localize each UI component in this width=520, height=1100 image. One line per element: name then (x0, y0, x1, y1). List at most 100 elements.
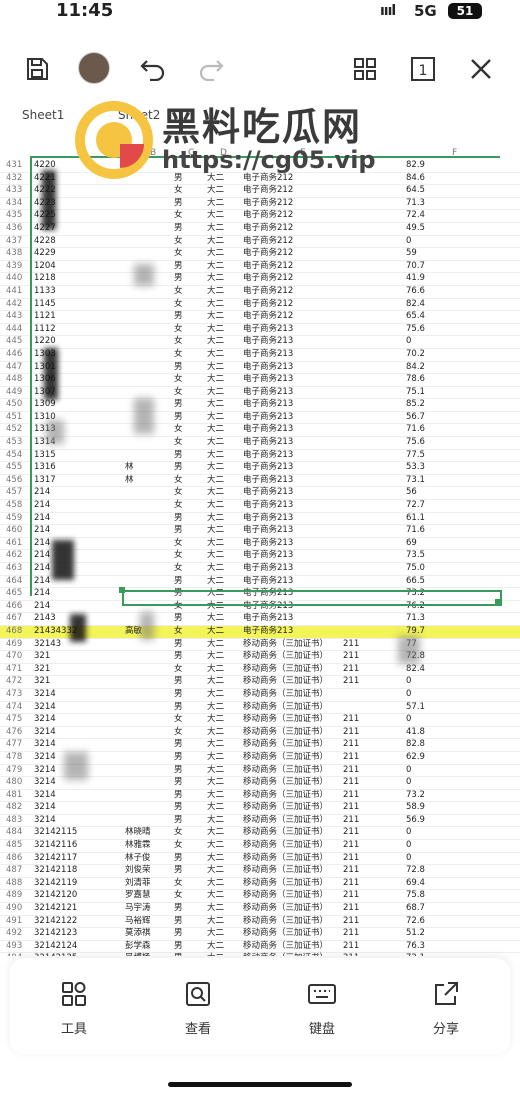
cell-id[interactable]: 4228 (34, 236, 56, 248)
cell-score[interactable]: 64.5 (406, 185, 425, 197)
cell-n[interactable]: 480 (6, 777, 30, 789)
table-row[interactable]: 453 1314 女大二 电子商务213 75.6 (0, 437, 520, 450)
table-row[interactable]: 444 1112 女 大二 电子商务213 75.6 (0, 324, 520, 337)
cell-id[interactable]: 214 (34, 576, 50, 588)
cell-id[interactable]: 214 (34, 601, 50, 613)
cell-grade[interactable]: 大二 (207, 500, 224, 512)
cell-id[interactable]: 3214 (34, 790, 56, 802)
cell-n[interactable]: 473 (6, 689, 30, 701)
cell-score[interactable]: 77.5 (406, 450, 425, 462)
cell-cls2[interactable]: 211 (343, 714, 359, 726)
cell-cls[interactable]: 电子商务212 (243, 210, 293, 222)
cell-sex[interactable]: 男 (174, 765, 183, 777)
table-row[interactable]: 462 214 女 大二 电子商务213 73.5 (0, 550, 520, 563)
cell-sex[interactable]: 男 (174, 525, 183, 537)
cell-cls[interactable]: 电子商务213 (243, 349, 293, 361)
cell-sex[interactable]: 女 (174, 236, 183, 248)
cell-id[interactable]: 32143 (34, 639, 61, 651)
cell-sex[interactable]: 女 (174, 563, 183, 575)
cell-cls[interactable]: 移动商务（三加证书） (243, 953, 328, 956)
table-row[interactable]: 452 1313 女大二 电子商务213 71.6 (0, 424, 520, 438)
cell-sex[interactable]: 女 (174, 500, 183, 512)
cell-grade[interactable]: 大二 (207, 802, 224, 814)
cell-sex[interactable]: 女 (174, 185, 183, 197)
cell-grade[interactable]: 大二 (207, 953, 224, 956)
cell-n[interactable]: 445 (6, 336, 30, 348)
cell-cls[interactable]: 移动商务（三加证书） (243, 777, 328, 789)
cell-cls2[interactable]: 211 (343, 840, 359, 852)
cell-grade[interactable]: 大二 (207, 424, 224, 436)
cell-score[interactable]: 73.1 (406, 475, 425, 487)
cell-cls2[interactable]: 211 (343, 815, 359, 827)
cell-sex[interactable]: 女 (174, 387, 183, 399)
cell-id[interactable]: 32142120 (34, 890, 77, 902)
cell-name[interactable]: 林 (125, 462, 134, 474)
table-row[interactable]: 487 32142118 刘俊荣 男 大二 移动商务（三加证书） 211 72.8 (0, 865, 520, 878)
cell-grade[interactable]: 大二 (207, 399, 224, 411)
cell-sex[interactable]: 男 (174, 450, 183, 462)
cell-n[interactable]: 471 (6, 664, 30, 676)
table-row[interactable]: 471 321 女 大二 移动商务（三加证书） 211 82.4 (0, 664, 520, 677)
table-row[interactable]: 451 1310 男大二 电子商务213 56.7 (0, 412, 520, 425)
cell-score[interactable]: 82.4 (406, 664, 425, 676)
cell-sex[interactable]: 女 (174, 714, 183, 726)
cell-cls[interactable]: 电子商务213 (243, 412, 293, 424)
cell-cls[interactable]: 电子商务212 (243, 223, 293, 235)
cell-score[interactable]: 76.6 (406, 286, 425, 298)
cell-grade[interactable]: 大二 (207, 525, 224, 537)
grid-view-icon[interactable] (350, 54, 380, 84)
cell-cls2[interactable]: 211 (343, 941, 359, 953)
cell-grade[interactable]: 大二 (207, 437, 224, 449)
cell-id[interactable]: 32142117 (34, 853, 77, 865)
cell-grade[interactable]: 大二 (207, 676, 224, 688)
close-icon[interactable] (466, 54, 496, 84)
cell-score[interactable]: 0 (406, 827, 411, 839)
cell-cls[interactable]: 移动商务（三加证书） (243, 815, 328, 827)
cell-cls2[interactable]: 211 (343, 676, 359, 688)
cell-n[interactable]: 437 (6, 236, 30, 248)
cell-n[interactable]: 446 (6, 349, 30, 361)
table-row[interactable]: 4344223男大二电子商务21271.3 (0, 198, 520, 211)
cell-cls2[interactable]: 211 (343, 953, 359, 956)
cell-score[interactable]: 71.6 (406, 525, 425, 537)
cell-n[interactable]: 441 (6, 286, 30, 298)
cell-cls[interactable]: 电子商务212 (243, 185, 293, 197)
cell-n[interactable]: 439 (6, 261, 30, 273)
cell-score[interactable]: 73.5 (406, 550, 425, 562)
cell-cls2[interactable]: 211 (343, 928, 359, 940)
cell-sex[interactable]: 女 (174, 890, 183, 902)
table-row[interactable]: 439 1204 男 大二 电子商务212 70.7 (0, 261, 520, 274)
cell-cls[interactable]: 电子商务213 (243, 437, 293, 449)
cell-n[interactable]: 487 (6, 865, 30, 877)
cell-name[interactable]: 刘清菲 (125, 878, 151, 890)
cell-score[interactable]: 72.6 (406, 916, 425, 928)
cell-grade[interactable]: 大二 (207, 815, 224, 827)
cell-sex[interactable]: 男 (174, 273, 183, 285)
table-row[interactable]: 482 3214 男 大二 移动商务（三加证书） 211 58.9 (0, 802, 520, 815)
cell-sex[interactable]: 男 (174, 676, 183, 688)
cell-n[interactable]: 466 (6, 601, 30, 613)
cell-sex[interactable]: 男 (174, 613, 183, 625)
table-row[interactable]: 4471301男大二电子商务21384.2 (0, 362, 520, 375)
cell-grade[interactable]: 大二 (207, 727, 224, 739)
cell-n[interactable]: 454 (6, 450, 30, 462)
cell-id[interactable]: 1316 (34, 462, 56, 474)
cell-grade[interactable]: 大二 (207, 324, 224, 336)
cell-id[interactable]: 3214 (34, 815, 56, 827)
cell-score[interactable]: 0 (406, 676, 411, 688)
cell-score[interactable]: 53.3 (406, 462, 425, 474)
cell-id[interactable]: 3214 (34, 739, 56, 751)
cell-cls[interactable]: 电子商务212 (243, 273, 293, 285)
cell-id[interactable]: 32142121 (34, 903, 77, 915)
cell-cls[interactable]: 移动商务（三加证书） (243, 840, 328, 852)
cell-n[interactable]: 488 (6, 878, 30, 890)
cell-score[interactable]: 0 (406, 714, 411, 726)
cell-sex[interactable]: 男 (174, 639, 183, 651)
cell-n[interactable]: 484 (6, 827, 30, 839)
cell-grade[interactable]: 大二 (207, 462, 224, 474)
cell-cls[interactable]: 电子商务213 (243, 362, 293, 374)
cell-grade[interactable]: 大二 (207, 890, 224, 902)
cell-sex[interactable]: 女 (174, 550, 183, 562)
cell-n[interactable]: 440 (6, 273, 30, 285)
cell-sex[interactable]: 女 (174, 727, 183, 739)
